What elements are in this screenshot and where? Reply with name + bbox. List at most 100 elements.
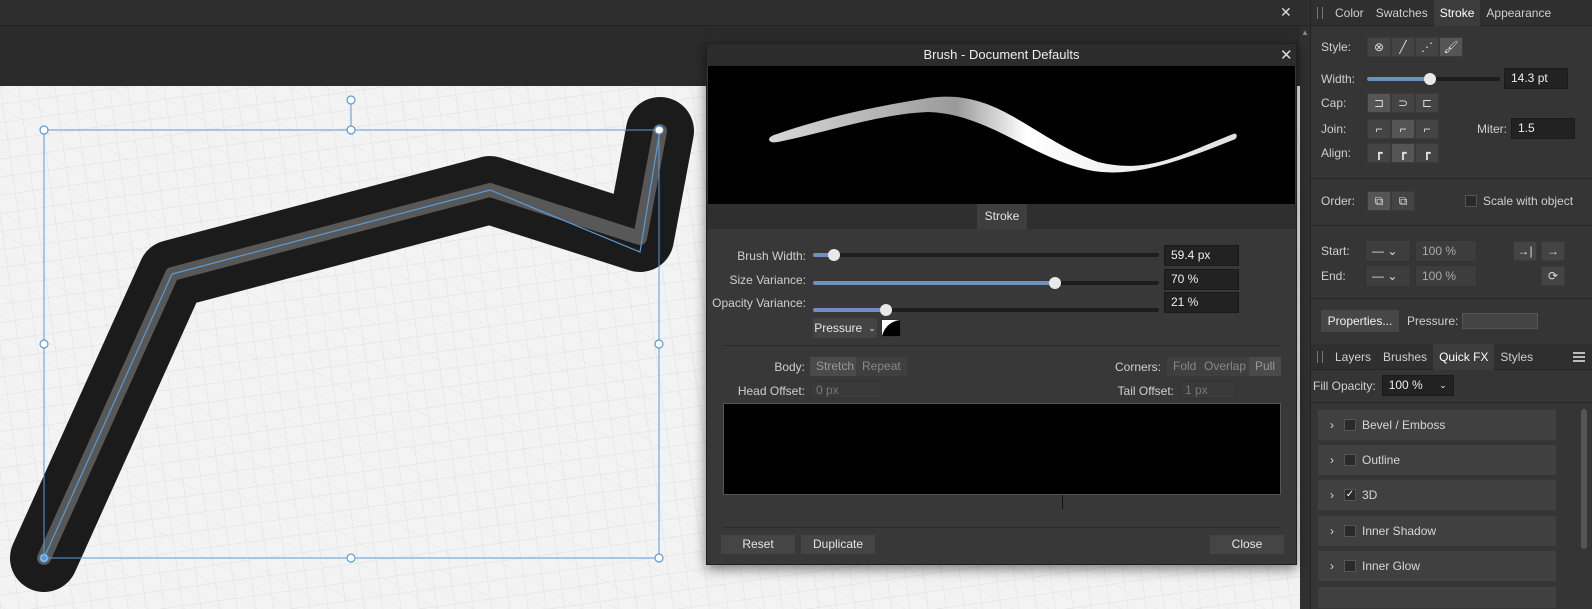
corners-overlap-option[interactable]: Overlap	[1198, 357, 1253, 376]
panel-grip-icon[interactable]	[1317, 350, 1323, 363]
end-label: End:	[1321, 269, 1346, 283]
close-button[interactable]: Close	[1210, 535, 1284, 554]
chevron-right-icon[interactable]: ›	[1330, 488, 1334, 502]
chevron-right-icon[interactable]: ›	[1330, 453, 1334, 467]
start-arrowhead-dropdown[interactable]: — ⌄	[1365, 240, 1411, 262]
fx-label: Inner Glow	[1362, 559, 1421, 573]
no-stroke-icon[interactable]: ⊗	[1367, 37, 1391, 57]
align-center-icon[interactable]: ┏	[1391, 143, 1415, 163]
duplicate-button[interactable]: Duplicate	[801, 535, 875, 554]
scale-with-object-checkbox[interactable]	[1465, 195, 1477, 207]
brush-width-field[interactable]: 59.4 px	[1164, 245, 1239, 266]
stroke-behind-icon[interactable]: ⧉	[1367, 191, 1391, 211]
size-variance-slider[interactable]	[813, 277, 1159, 289]
square-cap-icon[interactable]: ⊏	[1415, 93, 1439, 113]
join-label: Join:	[1321, 121, 1347, 136]
chevron-right-icon[interactable]: ›	[1330, 524, 1334, 538]
body-label: Body:	[774, 360, 805, 374]
width-field[interactable]: 14.3 pt	[1504, 68, 1568, 89]
miter-label: Miter:	[1477, 121, 1507, 136]
tab-color[interactable]: Color	[1329, 0, 1370, 26]
brush-width-slider[interactable]	[813, 249, 1159, 261]
reset-button[interactable]: Reset	[721, 535, 795, 554]
tab-stroke[interactable]: Stroke	[977, 204, 1027, 229]
body-stretch-option[interactable]: Stretch	[810, 357, 861, 376]
fx-checkbox[interactable]	[1344, 419, 1356, 431]
panel-grip-icon[interactable]	[1317, 6, 1323, 19]
fx-panel-tabs: Layers Brushes Quick FX Styles	[1311, 343, 1592, 370]
bevel-join-icon[interactable]: ⌐	[1415, 118, 1439, 139]
vertical-scrollbar[interactable]: ▲	[1300, 26, 1310, 609]
opacity-variance-slider[interactable]	[813, 304, 1159, 316]
dialog-tab-bar: Stroke	[707, 204, 1296, 229]
tail-offset-field[interactable]: 1 px	[1179, 381, 1237, 399]
head-offset-field[interactable]: 0 px	[810, 381, 882, 399]
divider	[1311, 225, 1592, 226]
dashed-line-icon[interactable]: ⋰	[1415, 37, 1439, 57]
tab-layers[interactable]: Layers	[1329, 344, 1377, 370]
align-label: Align:	[1321, 146, 1352, 160]
fx-3d[interactable]: › ✓ 3D	[1317, 479, 1557, 511]
chevron-right-icon[interactable]: ›	[1330, 418, 1334, 432]
fx-bevel-emboss[interactable]: › Bevel / Emboss	[1317, 409, 1557, 441]
pressure-dropdown[interactable]: Pressure ⌄	[813, 318, 877, 338]
fill-opacity-dropdown[interactable]: 100 % ⌄	[1381, 375, 1454, 396]
dialog-close-icon[interactable]: ✕	[1280, 46, 1293, 64]
chevron-right-icon[interactable]: ›	[1330, 559, 1334, 573]
start-label: Start:	[1321, 244, 1350, 258]
close-document-icon[interactable]: ✕	[1280, 4, 1292, 21]
fx-checkbox[interactable]	[1344, 525, 1356, 537]
butt-cap-icon[interactable]: ⊐	[1367, 93, 1391, 113]
fill-opacity-value: 100 %	[1388, 378, 1423, 392]
stroke-panel-tabs: Color Swatches Stroke Appearance	[1311, 0, 1592, 26]
chevron-down-icon: ⌄	[868, 322, 876, 333]
tab-styles[interactable]: Styles	[1494, 344, 1539, 370]
corners-pull-option[interactable]: Pull	[1249, 357, 1282, 376]
style-label: Style:	[1321, 40, 1352, 54]
right-panel: Color Swatches Stroke Appearance Style: …	[1310, 0, 1592, 609]
end-scale-value: 100 %	[1422, 269, 1457, 283]
fx-checkbox[interactable]	[1344, 454, 1356, 466]
tab-brushes[interactable]: Brushes	[1377, 344, 1433, 370]
round-cap-icon[interactable]: ⊃	[1391, 93, 1415, 113]
brush-stroke-icon[interactable]: 🖌	[1439, 37, 1463, 57]
fx-checkbox[interactable]	[1344, 560, 1356, 572]
opacity-variance-label: Opacity Variance:	[712, 296, 806, 310]
round-join-icon[interactable]: ⌐	[1391, 118, 1415, 139]
fx-partial-item[interactable]	[1317, 586, 1557, 609]
opacity-variance-field[interactable]: 21 %	[1164, 292, 1239, 313]
fx-inner-shadow[interactable]: › Inner Shadow	[1317, 515, 1557, 547]
fx-checkbox-checked[interactable]: ✓	[1344, 489, 1356, 501]
align-inside-icon[interactable]: ┏	[1367, 143, 1391, 163]
properties-button[interactable]: Properties...	[1321, 310, 1399, 332]
start-scale-dropdown[interactable]: 100 %	[1415, 240, 1477, 262]
tab-appearance[interactable]: Appearance	[1480, 0, 1557, 26]
pressure-graph[interactable]	[1462, 313, 1539, 329]
scroll-up-icon[interactable]: ▲	[1301, 28, 1309, 37]
fx-outline[interactable]: › Outline	[1317, 444, 1557, 476]
miter-field[interactable]: 1.5	[1511, 118, 1575, 139]
cap-label: Cap:	[1321, 96, 1347, 110]
miter-join-icon[interactable]: ⌐	[1367, 118, 1391, 139]
fx-inner-glow[interactable]: › Inner Glow	[1317, 550, 1557, 582]
end-arrowhead-dropdown[interactable]: — ⌄	[1365, 265, 1411, 287]
document-tab-bar: ✕	[0, 0, 1310, 26]
end-scale-dropdown[interactable]: 100 %	[1415, 265, 1477, 287]
solid-line-icon[interactable]: ╱	[1391, 37, 1415, 57]
tab-swatches[interactable]: Swatches	[1370, 0, 1434, 26]
tab-quick-fx[interactable]: Quick FX	[1433, 343, 1495, 370]
align-outside-icon[interactable]: ┏	[1415, 143, 1439, 163]
swap-arrowheads-icon[interactable]: ⟳	[1541, 266, 1565, 286]
stroke-front-icon[interactable]: ⧉	[1391, 191, 1415, 211]
arrow-beyond-icon[interactable]: →	[1541, 241, 1565, 261]
width-slider[interactable]	[1367, 72, 1500, 85]
body-repeat-option[interactable]: Repeat	[856, 357, 907, 376]
size-variance-field[interactable]: 70 %	[1164, 269, 1239, 290]
arrow-to-end-icon[interactable]: →|	[1513, 241, 1537, 261]
tab-stroke[interactable]: Stroke	[1433, 0, 1481, 26]
fx-label: Outline	[1362, 453, 1401, 467]
dialog-title: Brush - Document Defaults	[707, 44, 1296, 66]
fx-scrollbar[interactable]	[1581, 409, 1587, 549]
panel-menu-icon[interactable]	[1573, 351, 1585, 362]
pressure-curve-icon[interactable]	[881, 319, 901, 337]
